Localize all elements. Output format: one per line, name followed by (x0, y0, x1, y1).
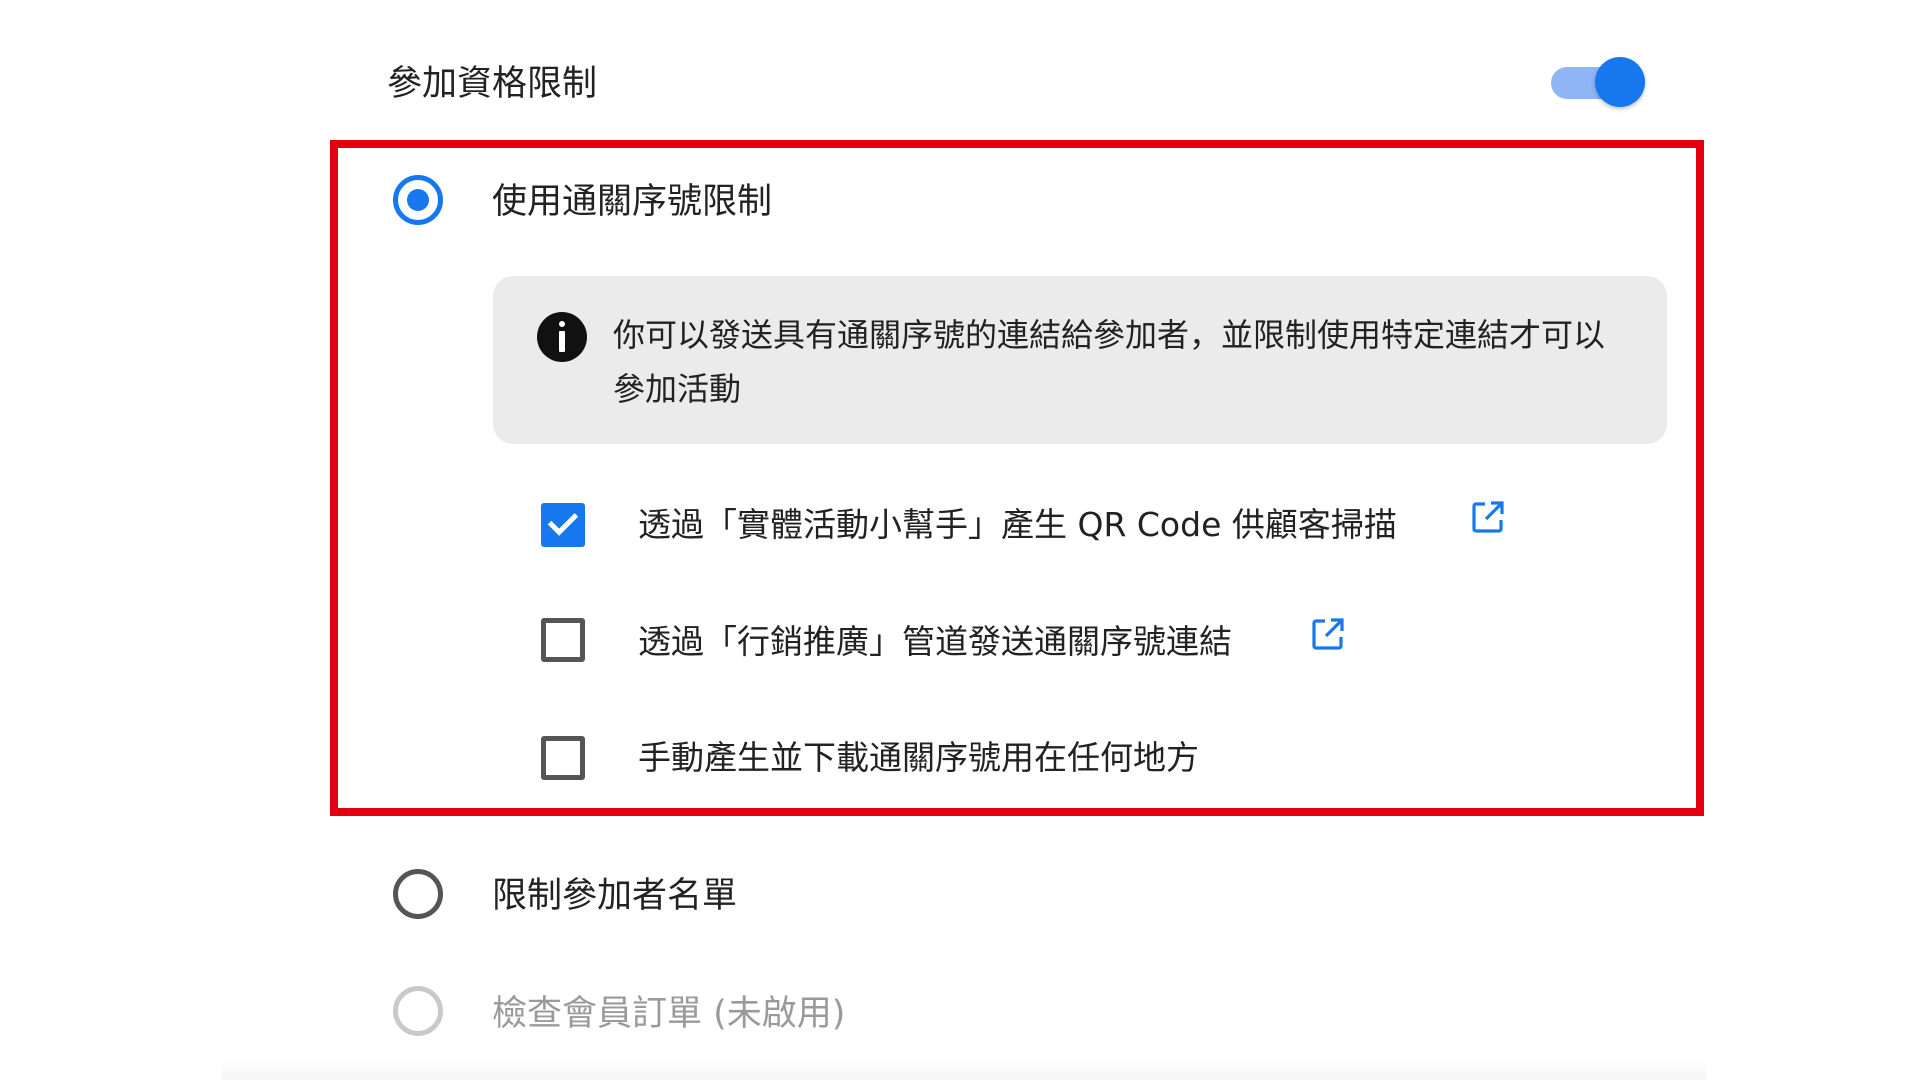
info-text: 你可以發送具有通關序號的連結給參加者，並限制使用特定連結才可以參加活動 (613, 316, 1606, 408)
section-title: 參加資格限制 (387, 64, 598, 104)
radio-label-attendee-list[interactable]: 限制參加者名單 (492, 874, 737, 918)
bottom-divider (222, 1058, 1706, 1080)
toggle-knob (1595, 57, 1645, 107)
radio-attendee-list[interactable] (393, 869, 443, 919)
highlight-frame (330, 140, 1704, 816)
checkbox-manual[interactable] (541, 736, 585, 780)
restriction-toggle[interactable] (1551, 56, 1647, 108)
radio-member-orders (393, 986, 443, 1036)
external-link-icon[interactable] (1311, 617, 1345, 651)
info-box: 你可以發送具有通關序號的連結給參加者，並限制使用特定連結才可以參加活動 (493, 276, 1667, 444)
checkbox-label-marketing[interactable]: 透過「行銷推廣」管道發送通關序號連結 (638, 620, 1232, 664)
participation-restriction-panel: 參加資格限制 使用通關序號限制 你可以發送具有通關序號的連結給參加者，並限制使用… (0, 0, 1920, 1080)
info-icon (537, 312, 587, 362)
external-link-icon[interactable] (1471, 500, 1505, 534)
checkbox-qr-code[interactable] (541, 503, 585, 547)
radio-label-pass-code[interactable]: 使用通關序號限制 (492, 180, 772, 224)
checkbox-marketing[interactable] (541, 618, 585, 662)
checkbox-label-manual[interactable]: 手動產生並下載通關序號用在任何地方 (638, 736, 1199, 780)
checkbox-label-qr-code[interactable]: 透過「實體活動小幫手」產生 QR Code 供顧客掃描 (638, 503, 1397, 547)
radio-pass-code[interactable] (393, 175, 443, 225)
radio-label-member-orders: 檢查會員訂單 (未啟用) (492, 994, 846, 1034)
